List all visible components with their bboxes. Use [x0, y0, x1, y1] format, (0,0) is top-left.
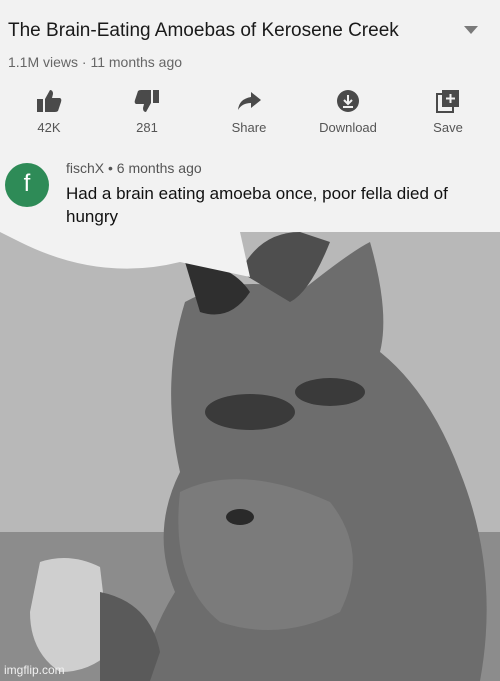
- like-button[interactable]: 42K: [4, 88, 94, 135]
- save-label: Save: [433, 120, 463, 135]
- thumbs-down-icon: [134, 90, 159, 112]
- comment: f fischX • 6 months ago Had a brain eati…: [0, 160, 500, 240]
- chevron-down-icon[interactable]: [464, 26, 478, 34]
- comment-author[interactable]: fischX • 6 months ago: [66, 160, 202, 176]
- share-label: Share: [231, 120, 267, 135]
- dislike-count: 281: [136, 120, 158, 135]
- like-count: 42K: [37, 120, 61, 135]
- download-label: Download: [319, 120, 377, 135]
- download-icon: [337, 90, 359, 112]
- video-meta: 1.1M views · 11 months ago: [8, 54, 183, 70]
- save-button[interactable]: Save: [403, 88, 493, 135]
- watermark: imgflip.com: [4, 663, 65, 677]
- video-title[interactable]: The Brain-Eating Amoebas of Kerosene Cre…: [8, 20, 399, 42]
- save-icon: [436, 90, 459, 113]
- speech-bubble-tail: [0, 232, 500, 277]
- meme-photo: [0, 232, 500, 681]
- video-info-panel: The Brain-Eating Amoebas of Kerosene Cre…: [0, 0, 500, 232]
- share-button[interactable]: Share: [204, 88, 294, 135]
- comment-text: Had a brain eating amoeba once, poor fel…: [66, 184, 448, 226]
- download-button[interactable]: Download: [303, 88, 393, 135]
- share-icon: [238, 92, 261, 110]
- donkey-image: [0, 232, 500, 681]
- dislike-button[interactable]: 281: [102, 88, 192, 135]
- avatar[interactable]: f: [5, 163, 49, 207]
- thumbs-up-icon: [37, 90, 62, 112]
